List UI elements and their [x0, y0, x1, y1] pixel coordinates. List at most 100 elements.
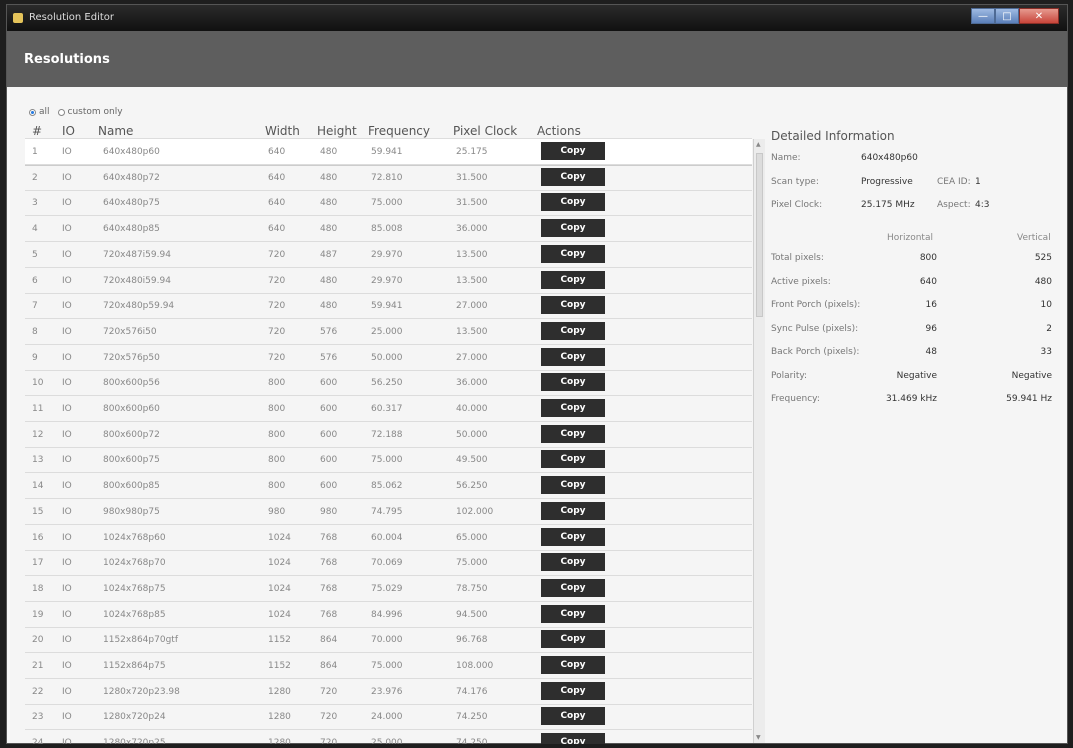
- copy-button[interactable]: Copy: [541, 142, 605, 160]
- detail-row-horizontal-value: 640: [919, 276, 937, 287]
- table-row[interactable]: 1 IO 640x480p60 640 480 59.941 25.175 Copy: [25, 139, 752, 166]
- table-row[interactable]: 9 IO 720x576p50 720 576 50.000 27.000 Copy: [25, 345, 752, 371]
- table-row[interactable]: 12 IO 800x600p72 800 600 72.188 50.000 Copy: [25, 422, 752, 448]
- detail-scan-value: Progressive: [861, 177, 913, 187]
- copy-button[interactable]: Copy: [541, 399, 605, 417]
- cell-io: IO: [62, 712, 72, 723]
- detail-row-vertical-value: Negative: [1011, 370, 1052, 381]
- table-row[interactable]: 17 IO 1024x768p70 1024 768 70.069 75.000 Copy: [25, 550, 752, 577]
- cell-io: IO: [62, 455, 72, 466]
- close-button[interactable]: ✕: [1019, 8, 1059, 24]
- cell-frequency: 75.000: [371, 198, 403, 209]
- cell-name: 720x576p50: [103, 352, 160, 363]
- copy-button[interactable]: Copy: [541, 373, 605, 392]
- cell-width: 800: [268, 378, 286, 389]
- table-row[interactable]: 16 IO 1024x768p60 1024 768 60.004 65.000 Copy: [25, 525, 752, 551]
- table-row[interactable]: 7 IO 720x480p59.94 720 480 59.941 27.000 Copy: [25, 293, 752, 320]
- table-scrollbar[interactable]: ▲ ▼: [753, 139, 765, 743]
- cell-height: 720: [320, 712, 338, 723]
- copy-button[interactable]: Copy: [541, 167, 605, 186]
- copy-button[interactable]: Copy: [541, 270, 605, 289]
- table-row[interactable]: 2 IO 640x480p72 640 480 72.810 31.500 Copy: [25, 165, 752, 191]
- copy-button[interactable]: Copy: [541, 681, 605, 700]
- cell-frequency: 25.000: [371, 738, 403, 744]
- column-header-num[interactable]: #: [32, 124, 42, 138]
- scroll-up-arrow-icon[interactable]: ▲: [756, 141, 761, 148]
- table-row[interactable]: 8 IO 720x576i50 720 576 25.000 13.500 Copy: [25, 319, 752, 345]
- filter-all-option[interactable]: all: [29, 107, 50, 117]
- scrollbar-thumb[interactable]: [756, 153, 763, 317]
- filter-all-radio[interactable]: [29, 108, 36, 116]
- copy-button[interactable]: Copy: [541, 244, 605, 263]
- copy-button[interactable]: Copy: [541, 733, 605, 744]
- table-row[interactable]: 6 IO 720x480i59.94 720 480 29.970 13.500 Copy: [25, 268, 752, 294]
- table-row[interactable]: 24 IO 1280x720p25 1280 720 25.000 74.250 Copy: [25, 730, 752, 744]
- table-row[interactable]: 19 IO 1024x768p85 1024 768 84.996 94.500 Copy: [25, 602, 752, 628]
- copy-button[interactable]: Copy: [541, 193, 605, 212]
- cell-width: 1024: [268, 583, 291, 594]
- resolution-editor-window: Resolution Editor — □ ✕ Resolutions all …: [6, 4, 1068, 744]
- cell-width: 640: [268, 147, 286, 157]
- cell-width: 800: [268, 429, 286, 440]
- copy-button[interactable]: Copy: [541, 604, 605, 623]
- window-title: Resolution Editor: [29, 12, 115, 23]
- copy-button[interactable]: Copy: [541, 347, 605, 366]
- detail-row-label: Back Porch (pixels):: [771, 347, 860, 357]
- cell-name: 980x980p75: [103, 506, 160, 517]
- table-row[interactable]: 18 IO 1024x768p75 1024 768 75.029 78.750 Copy: [25, 576, 752, 602]
- copy-button[interactable]: Copy: [541, 501, 605, 520]
- title-bar[interactable]: Resolution Editor — □ ✕: [7, 5, 1067, 31]
- copy-button[interactable]: Copy: [541, 296, 605, 315]
- resolutions-table: 1 IO 640x480p60 640 480 59.941 25.175 Copy 2 IO 64…: [25, 138, 752, 744]
- table-row[interactable]: 3 IO 640x480p75 640 480 75.000 31.500 Copy: [25, 190, 752, 217]
- column-header-pixel-clock[interactable]: Pixel Clock: [453, 124, 517, 138]
- table-row[interactable]: 15 IO 980x980p75 980 980 74.795 102.000 Copy: [25, 499, 752, 525]
- detail-vertical-header: Vertical: [1017, 233, 1051, 243]
- maximize-button[interactable]: □: [995, 8, 1019, 24]
- cell-num: 16: [32, 532, 44, 543]
- filter-custom-radio[interactable]: [57, 108, 65, 116]
- table-row[interactable]: 21 IO 1152x864p75 1152 864 75.000 108.000 Copy: [25, 653, 752, 679]
- cell-height: 600: [320, 481, 338, 492]
- copy-button[interactable]: Copy: [541, 553, 605, 572]
- copy-button[interactable]: Copy: [541, 424, 605, 443]
- detail-row-vertical-value: 33: [1040, 347, 1052, 357]
- table-row[interactable]: 23 IO 1280x720p24 1280 720 24.000 74.250 Copy: [25, 704, 752, 731]
- cell-width: 1024: [268, 558, 291, 569]
- scroll-down-arrow-icon[interactable]: ▼: [756, 734, 761, 741]
- copy-button[interactable]: Copy: [541, 321, 605, 340]
- minimize-button[interactable]: —: [971, 8, 995, 24]
- copy-button[interactable]: Copy: [541, 630, 605, 649]
- filter-all-label: all: [39, 107, 50, 117]
- copy-button[interactable]: Copy: [541, 656, 605, 674]
- column-header-height[interactable]: Height: [317, 124, 357, 138]
- filter-custom-label: custom only: [67, 107, 123, 117]
- column-header-name[interactable]: Name: [98, 124, 133, 138]
- table-row[interactable]: 11 IO 800x600p60 800 600 60.317 40.000 Copy: [25, 396, 752, 422]
- filter-custom-option[interactable]: custom only: [57, 107, 123, 117]
- copy-button[interactable]: Copy: [541, 219, 605, 238]
- copy-button[interactable]: Copy: [541, 707, 605, 726]
- table-row[interactable]: 5 IO 720x487i59.94 720 487 29.970 13.500 Copy: [25, 242, 752, 268]
- detail-name-label: Name:: [771, 153, 801, 163]
- table-row[interactable]: 10 IO 800x600p56 800 600 56.250 36.000 Copy: [25, 370, 752, 397]
- copy-button[interactable]: Copy: [541, 527, 605, 546]
- copy-button[interactable]: Copy: [541, 578, 605, 597]
- column-header-frequency[interactable]: Frequency: [368, 124, 430, 138]
- table-row[interactable]: 13 IO 800x600p75 800 600 75.000 49.500 Copy: [25, 447, 752, 474]
- table-row[interactable]: 4 IO 640x480p85 640 480 85.008 36.000 Copy: [25, 216, 752, 243]
- detail-clock-label: Pixel Clock:: [771, 200, 823, 210]
- table-row[interactable]: 14 IO 800x600p85 800 600 85.062 56.250 Copy: [25, 473, 752, 500]
- cell-num: 24: [32, 738, 44, 744]
- cell-io: IO: [62, 661, 72, 671]
- copy-button[interactable]: Copy: [541, 450, 605, 469]
- cell-width: 980: [268, 506, 286, 517]
- cell-frequency: 23.976: [371, 686, 403, 697]
- cell-name: 800x600p85: [103, 481, 160, 492]
- table-row[interactable]: 22 IO 1280x720p23.98 1280 720 23.976 74.176 Cop…: [25, 679, 752, 705]
- column-header-width[interactable]: Width: [265, 124, 300, 138]
- column-header-io[interactable]: IO: [62, 124, 75, 138]
- copy-button[interactable]: Copy: [541, 476, 605, 495]
- cell-io: IO: [62, 378, 72, 389]
- table-row[interactable]: 20 IO 1152x864p70gtf 1152 864 70.000 96.768 Cop…: [25, 627, 752, 654]
